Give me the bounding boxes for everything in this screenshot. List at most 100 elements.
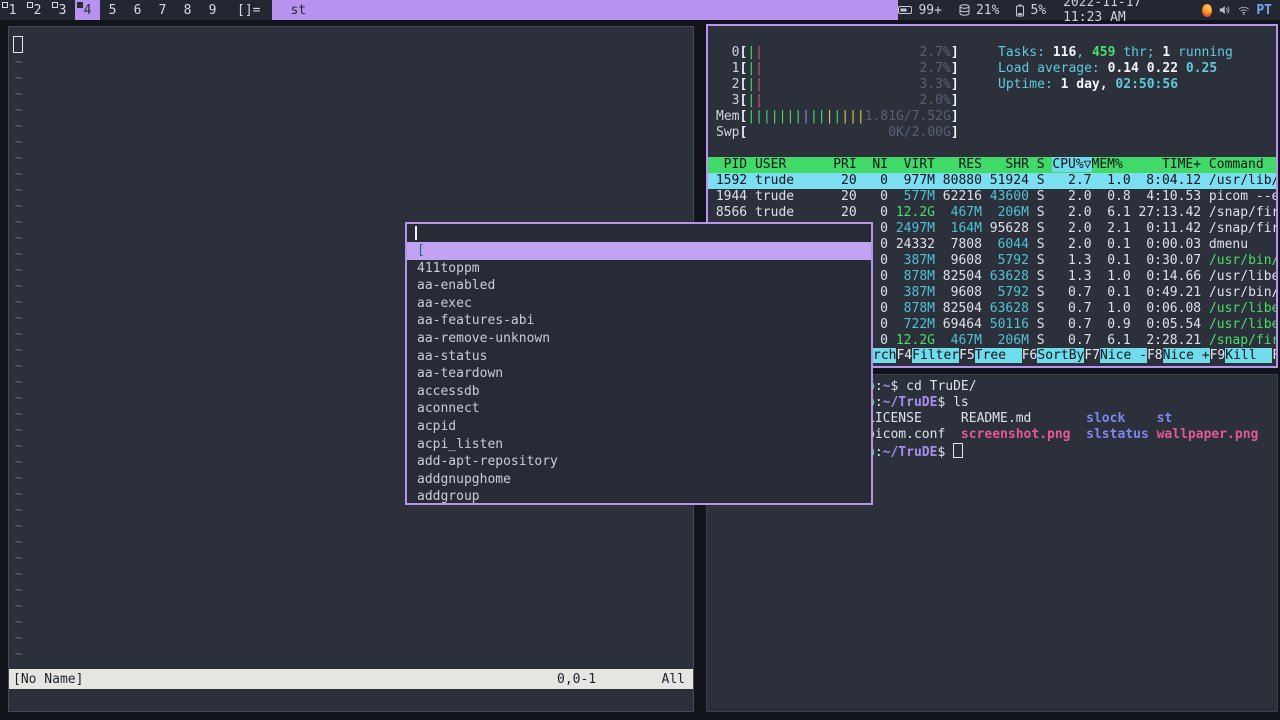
text-segment: /usr/libe [1208, 317, 1276, 332]
tag-occupied-square [52, 2, 58, 8]
text-segment [763, 93, 920, 108]
text-segment: Mem [716, 109, 740, 124]
text-segment: | [762, 109, 771, 124]
text-segment: Swp [716, 125, 740, 140]
text-line[interactable]: rchF4FilterF5Tree F6SortByF7Nice -F8Nice… [873, 348, 1276, 364]
text-segment: 2.0% [919, 93, 951, 108]
tag-occupied-square [2, 2, 8, 8]
text-line[interactable]: 8566 trude 20 0 12.2G 467M 206M S 2.0 6.… [708, 205, 1276, 221]
workspace-tag-4[interactable]: 4 [75, 0, 100, 20]
text-segment: ~/TruDE [882, 445, 938, 460]
workspace-tag-8[interactable]: 8 [175, 0, 200, 20]
text-segment: 63628 [989, 269, 1029, 284]
launcher-item[interactable]: add-apt-repository [407, 453, 871, 471]
text-segment: , [1076, 45, 1092, 60]
text-segment: 878M [895, 269, 935, 284]
text-segment: 0.14 [1107, 61, 1147, 76]
wifi-tray-icon[interactable] [1238, 5, 1249, 16]
text-segment: 95628 S 2.0 2.1 0:11.42 /snap/fir [981, 221, 1276, 236]
text-segment: | [841, 109, 850, 124]
launcher-item[interactable]: accessdb [407, 383, 871, 401]
launcher-search-input[interactable] [407, 224, 871, 242]
text-segment: running [1170, 45, 1233, 60]
text-segment: 3 [716, 93, 740, 108]
text-segment: Nice - [1100, 348, 1147, 363]
text-segment [763, 61, 920, 76]
vim-scroll-indicator: All [661, 671, 685, 687]
text-segment: | [809, 109, 818, 124]
launcher-selected-item[interactable]: [ [407, 242, 871, 260]
vim-statusline: [No Name] 0,0-1 All [9, 669, 693, 689]
launcher-item[interactable]: acpid [407, 418, 871, 436]
launcher-popup[interactable]: [ 411toppm aa-enabled aa-exec aa-features-a… [405, 222, 873, 505]
text-segment: SortBy [1037, 348, 1085, 363]
text-segment: 62216 [934, 189, 990, 204]
text-segment [935, 333, 943, 348]
disk-icon [959, 4, 970, 16]
layout-indicator[interactable]: []= [225, 0, 272, 20]
text-segment: | [747, 61, 756, 76]
text-segment [935, 221, 943, 236]
workspace-tags: 123456789 [0, 0, 225, 20]
workspace-tag-5[interactable]: 5 [100, 0, 125, 20]
text-segment: | [802, 109, 810, 124]
htop-function-key-bar[interactable]: rchF4FilterF5Tree F6SortByF7Nice -F8Nice… [873, 348, 1276, 364]
text-line[interactable]: 1592 trude 20 0 977M 80880 51924 S 2.7 1… [708, 173, 1276, 189]
system-status-area: 99+ 21% 5% 2022-11-17 11:23 AM PT [898, 0, 1280, 25]
launcher-item[interactable]: aa-features-abi [407, 312, 871, 330]
text-segment: F8 [1146, 348, 1163, 363]
text-segment: : [874, 395, 883, 410]
text-line: 3[|| 2.0%] [716, 93, 959, 109]
text-segment [763, 45, 920, 60]
text-line: p:~/TruDE$ ls [867, 395, 1258, 411]
text-segment: : [874, 379, 883, 394]
launcher-item[interactable]: aa-teardown [407, 365, 871, 383]
text-segment: 02:50:56 [1115, 77, 1179, 92]
text-line[interactable]: 1944 trude 20 0 577M 62216 43600 S 2.0 0… [708, 189, 1276, 205]
text-segment: 116 [1052, 45, 1077, 60]
text-segment: $ [937, 395, 954, 410]
workspace-tag-7[interactable]: 7 [150, 0, 175, 20]
launcher-item[interactable]: aa-exec [407, 295, 871, 313]
launcher-item[interactable]: aa-remove-unknown [407, 330, 871, 348]
workspace-tag-3[interactable]: 3 [50, 0, 75, 20]
launcher-item[interactable]: addgnupghome [407, 471, 871, 489]
launcher-item[interactable]: acpi_listen [407, 436, 871, 454]
tag-label: 4 [83, 2, 92, 18]
launcher-item[interactable]: aconnect [407, 400, 871, 418]
keyboard-layout[interactable]: PT [1256, 3, 1272, 18]
text-segment: | [856, 109, 865, 124]
launcher-item[interactable]: aa-status [407, 348, 871, 366]
text-segment: CPU%▽ [1052, 157, 1092, 172]
workspace-tag-1[interactable]: 1 [0, 0, 25, 20]
text-segment: ls [953, 395, 969, 410]
volume-tray-icon[interactable] [1219, 4, 1230, 16]
launcher-item[interactable]: addgroup [407, 488, 871, 506]
launcher-item[interactable]: 411toppm [407, 260, 871, 278]
text-segment: F7 [1084, 348, 1101, 363]
tag-label: 6 [133, 2, 142, 18]
text-segment: 43600 [989, 189, 1029, 204]
text-segment: 12.2G [895, 333, 935, 348]
firefox-tray-icon[interactable] [1201, 3, 1213, 17]
ram-icon [898, 6, 913, 14]
text-segment: 467M [942, 333, 982, 348]
text-line: LICENSE README.md slock st [867, 411, 1258, 427]
workspace-tag-2[interactable]: 2 [25, 0, 50, 20]
launcher-item[interactable]: aa-enabled [407, 277, 871, 295]
ram-value: 99+ [918, 2, 942, 18]
text-segment: F5 [959, 348, 975, 363]
text-line[interactable]: PID USER PRI NI VIRT RES SHR S CPU%▽MEM%… [708, 157, 1276, 173]
text-segment: 0 [716, 45, 740, 60]
text-segment: | [755, 109, 763, 124]
text-segment: S 0.7 0.9 0:05.54 [1028, 317, 1209, 332]
text-segment: cd TruDE/ [906, 379, 977, 394]
workspace-tag-6[interactable]: 6 [125, 0, 150, 20]
vim-cursor [13, 36, 23, 53]
text-segment: Nice + [1162, 348, 1210, 363]
workspace-tag-9[interactable]: 9 [200, 0, 225, 20]
text-segment: 9608 [934, 253, 990, 268]
htop-table-header[interactable]: PID USER PRI NI VIRT RES SHR S CPU%▽MEM%… [708, 157, 1276, 173]
text-segment: Tree [974, 348, 1022, 363]
vim-tilde-column: ~ ~ ~ ~ ~ ~ ~ ~ ~ ~ ~ ~ ~ ~ ~ ~ ~ ~ ~ ~ … [15, 55, 23, 662]
